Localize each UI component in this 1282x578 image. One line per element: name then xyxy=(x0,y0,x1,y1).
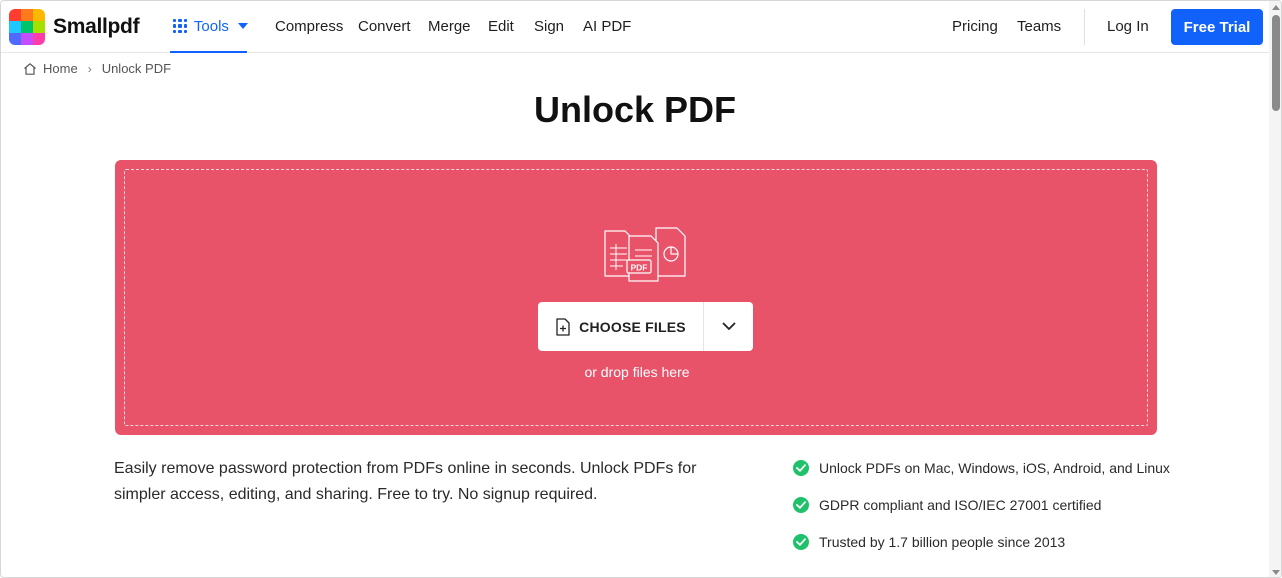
nav-convert[interactable]: Convert xyxy=(358,18,411,35)
feature-text: Trusted by 1.7 billion people since 2013 xyxy=(819,534,1066,550)
feature-item: GDPR compliant and ISO/IEC 27001 certifi… xyxy=(793,495,1170,515)
tools-label: Tools xyxy=(193,17,229,35)
chevron-down-icon xyxy=(722,322,735,330)
top-header: Smallpdf Tools Compress Convert Merge Ed… xyxy=(1,1,1269,53)
tools-menu[interactable]: Tools xyxy=(170,1,248,53)
feature-list: Unlock PDFs on Mac, Windows, iOS, Androi… xyxy=(793,458,1170,569)
feature-text: GDPR compliant and ISO/IEC 27001 certifi… xyxy=(819,497,1102,513)
browser-frame: Smallpdf Tools Compress Convert Merge Ed… xyxy=(0,0,1282,578)
choose-files-label: CHOOSE FILES xyxy=(579,318,686,335)
scroll-up-icon[interactable] xyxy=(1272,5,1280,10)
scroll-down-icon[interactable] xyxy=(1272,570,1280,575)
breadcrumb-current: Unlock PDF xyxy=(101,61,172,76)
choose-files-button[interactable]: CHOOSE FILES xyxy=(538,302,703,351)
nav-sign[interactable]: Sign xyxy=(534,18,564,35)
files-illustration-icon: PDF xyxy=(604,227,686,282)
vertical-scrollbar[interactable] xyxy=(1269,1,1281,577)
nav-compress[interactable]: Compress xyxy=(275,18,343,35)
nav-teams[interactable]: Teams xyxy=(1017,18,1061,35)
feature-item: Unlock PDFs on Mac, Windows, iOS, Androi… xyxy=(793,458,1170,478)
check-icon xyxy=(793,497,809,513)
choose-files-group: CHOOSE FILES xyxy=(538,302,753,351)
brand-name: Smallpdf xyxy=(53,15,140,38)
breadcrumb-separator-icon: › xyxy=(87,61,92,76)
add-file-icon xyxy=(556,317,570,336)
free-trial-button[interactable]: Free Trial xyxy=(1171,9,1263,45)
check-icon xyxy=(793,534,809,550)
logo[interactable]: Smallpdf xyxy=(9,9,140,45)
file-dropzone[interactable]: PDF CHOOSE FILES or drop files here xyxy=(115,160,1157,435)
nav-edit[interactable]: Edit xyxy=(488,18,514,35)
feature-text: Unlock PDFs on Mac, Windows, iOS, Androi… xyxy=(819,460,1170,476)
caret-down-icon xyxy=(237,23,248,29)
breadcrumb-home[interactable]: Home xyxy=(43,61,78,76)
smallpdf-logo-icon xyxy=(9,9,45,45)
header-divider xyxy=(1084,9,1085,45)
dropzone-border: PDF CHOOSE FILES or drop files here xyxy=(124,169,1148,426)
pdf-badge-label: PDF xyxy=(631,263,648,273)
drop-hint: or drop files here xyxy=(584,364,690,380)
tool-description: Easily remove password protection from P… xyxy=(114,460,697,503)
nav-pricing[interactable]: Pricing xyxy=(952,18,998,35)
check-icon xyxy=(793,460,809,476)
nav-ai-pdf[interactable]: AI PDF xyxy=(583,18,631,35)
nav-merge[interactable]: Merge xyxy=(428,18,471,35)
page-title: Unlock PDF xyxy=(533,89,737,130)
choose-source-dropdown[interactable] xyxy=(704,302,753,351)
login-link[interactable]: Log In xyxy=(1107,18,1149,35)
feature-item: Trusted by 1.7 billion people since 2013 xyxy=(793,532,1170,552)
breadcrumb: Home › Unlock PDF xyxy=(23,61,171,76)
home-icon xyxy=(24,62,36,75)
grid-icon xyxy=(173,19,187,33)
scrollbar-thumb[interactable] xyxy=(1272,15,1280,111)
